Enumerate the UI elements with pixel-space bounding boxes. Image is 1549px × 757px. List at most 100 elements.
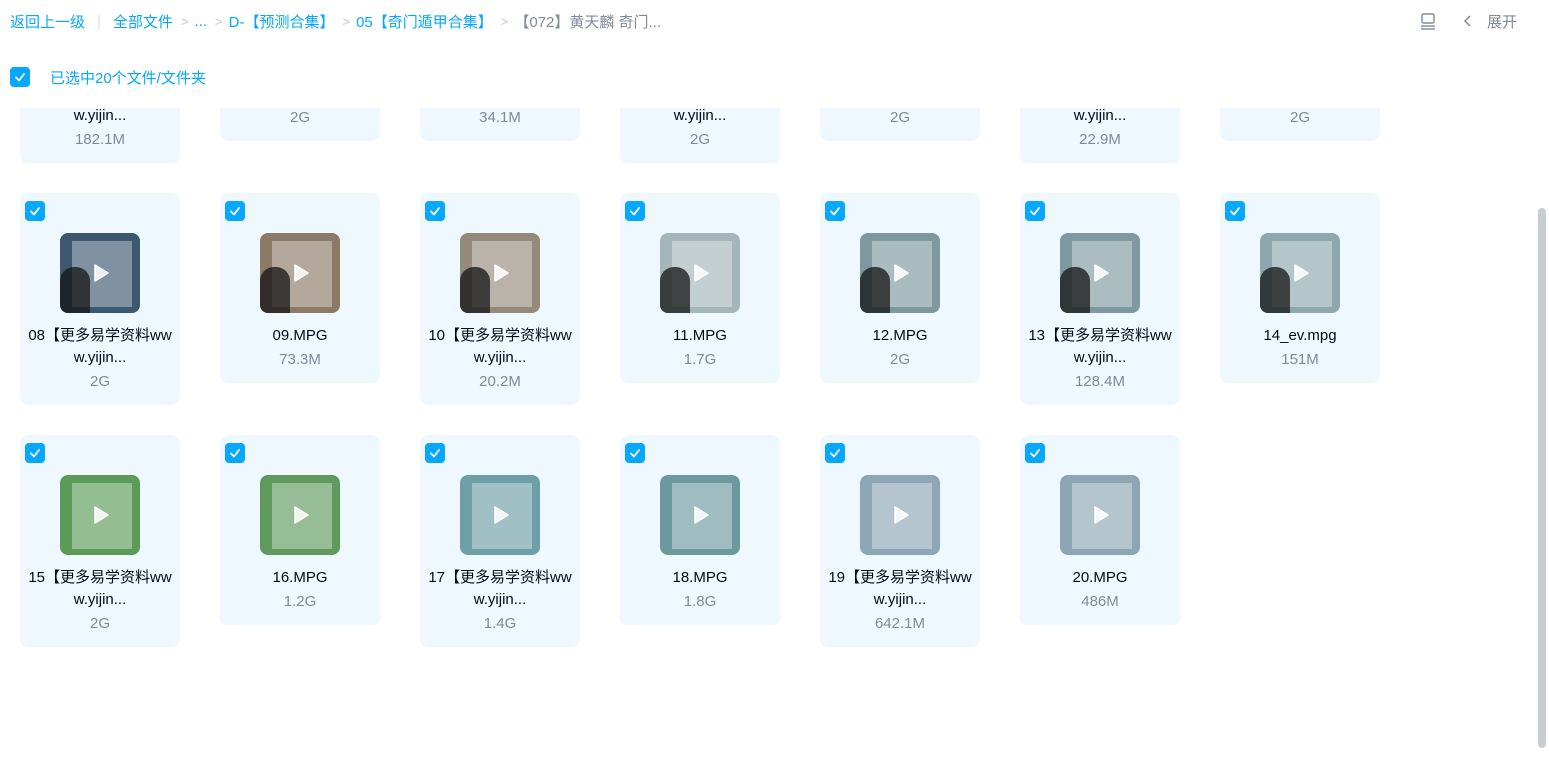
file-card[interactable]: 16.MPG 1.2G (220, 435, 380, 625)
play-icon[interactable] (488, 261, 512, 285)
video-thumbnail[interactable] (660, 475, 740, 555)
file-card[interactable]: 02.MPG 2G (220, 108, 380, 141)
file-checkbox[interactable] (625, 201, 645, 221)
play-icon[interactable] (288, 261, 312, 285)
play-icon[interactable] (888, 261, 912, 285)
play-icon[interactable] (488, 503, 512, 527)
check-icon (230, 207, 240, 216)
video-thumbnail[interactable] (260, 233, 340, 313)
video-thumbnail[interactable] (260, 475, 340, 555)
file-size: 1.4G (483, 615, 517, 632)
file-card[interactable]: 04【更多易学资料www.yijin... 2G (620, 108, 780, 163)
file-checkbox[interactable] (225, 443, 245, 463)
play-icon[interactable] (88, 503, 112, 527)
file-name[interactable]: 15【更多易学资料www.yijin... (26, 567, 174, 611)
file-card[interactable]: 08【更多易学资料www.yijin... 2G (20, 193, 180, 405)
file-grid-viewport: 01【更多易学资料www.yijin... 182.1M 02.MPG 2G (0, 108, 1549, 757)
video-thumbnail[interactable] (1260, 233, 1340, 313)
video-thumbnail[interactable] (60, 475, 140, 555)
file-card[interactable]: 07.MPG 2G (1220, 108, 1380, 141)
play-icon[interactable] (1288, 261, 1312, 285)
file-card[interactable]: 15【更多易学资料www.yijin... 2G (20, 435, 180, 647)
file-name[interactable]: 16.MPG (226, 567, 374, 589)
file-name[interactable]: 20.MPG (1026, 567, 1174, 589)
back-link[interactable]: 返回上一级 (10, 11, 85, 32)
file-card[interactable]: 14_ev.mpg 151M (1220, 193, 1380, 383)
file-name[interactable]: 04【更多易学资料www.yijin... (626, 108, 774, 127)
file-checkbox[interactable] (225, 201, 245, 221)
play-icon[interactable] (688, 503, 712, 527)
view-tools: 展开 (1419, 10, 1517, 32)
check-icon (15, 73, 25, 82)
expand-button[interactable]: 展开 (1487, 11, 1517, 32)
thumbnail-figure (260, 267, 290, 313)
chevron-left-icon[interactable] (1461, 14, 1475, 28)
play-icon[interactable] (288, 503, 312, 527)
file-card[interactable]: 13【更多易学资料www.yijin... 128.4M (1020, 193, 1180, 405)
file-size: 2G (889, 351, 910, 368)
breadcrumb-prediction[interactable]: D-【预测合集】 (229, 11, 335, 32)
video-thumbnail[interactable] (1060, 233, 1140, 313)
file-card[interactable]: 06【更多易学资料www.yijin... 22.9M (1020, 108, 1180, 163)
file-checkbox[interactable] (625, 443, 645, 463)
file-card[interactable]: 10【更多易学资料www.yijin... 20.2M (420, 193, 580, 405)
file-card[interactable]: 20.MPG 486M (1020, 435, 1180, 625)
file-size: 34.1M (479, 109, 521, 126)
file-checkbox[interactable] (825, 201, 845, 221)
file-name[interactable]: 09.MPG (226, 325, 374, 347)
file-size: 2G (289, 109, 310, 126)
play-icon[interactable] (1088, 503, 1112, 527)
file-name[interactable]: 13【更多易学资料www.yijin... (1026, 325, 1174, 369)
file-checkbox[interactable] (825, 443, 845, 463)
video-thumbnail[interactable] (460, 233, 540, 313)
file-checkbox[interactable] (1225, 201, 1245, 221)
file-name[interactable]: 08【更多易学资料www.yijin... (26, 325, 174, 369)
file-name[interactable]: 11.MPG (626, 325, 774, 347)
video-thumbnail[interactable] (860, 475, 940, 555)
file-checkbox[interactable] (1025, 443, 1045, 463)
scrollbar-thumb[interactable] (1538, 208, 1546, 748)
file-card[interactable]: 11.MPG 1.7G (620, 193, 780, 383)
video-thumbnail[interactable] (860, 233, 940, 313)
file-name[interactable]: 06【更多易学资料www.yijin... (1026, 108, 1174, 127)
video-thumbnail[interactable] (1060, 475, 1140, 555)
file-card[interactable]: 01【更多易学资料www.yijin... 182.1M (20, 108, 180, 163)
file-name[interactable]: 10【更多易学资料www.yijin... (426, 325, 574, 369)
file-name[interactable]: 01【更多易学资料www.yijin... (26, 108, 174, 127)
file-checkbox[interactable] (25, 201, 45, 221)
breadcrumb-ellipsis[interactable]: ... (195, 13, 208, 30)
video-thumbnail[interactable] (60, 233, 140, 313)
list-view-icon[interactable] (1419, 12, 1437, 30)
thumbnail-figure (460, 267, 490, 313)
file-card[interactable]: 17【更多易学资料www.yijin... 1.4G (420, 435, 580, 647)
file-size: 2G (89, 615, 110, 632)
play-icon[interactable] (888, 503, 912, 527)
file-card[interactable]: 09.MPG 73.3M (220, 193, 380, 383)
file-checkbox[interactable] (25, 443, 45, 463)
breadcrumb-current: 【072】黄天麟 奇门... (514, 13, 662, 31)
file-name[interactable]: 14_ev.mpg (1226, 325, 1374, 347)
video-thumbnail[interactable] (460, 475, 540, 555)
play-icon[interactable] (88, 261, 112, 285)
video-thumbnail[interactable] (660, 233, 740, 313)
file-name[interactable]: 18.MPG (626, 567, 774, 589)
file-card[interactable]: 12.MPG 2G (820, 193, 980, 383)
file-card[interactable]: 19【更多易学资料www.yijin... 642.1M (820, 435, 980, 647)
breadcrumb-all-files[interactable]: 全部文件 (113, 11, 173, 32)
file-card[interactable]: 05.MPG 2G (820, 108, 980, 141)
file-checkbox[interactable] (425, 443, 445, 463)
breadcrumb: 返回上一级 | 全部文件 > ... > D-【预测合集】 > 05【奇门遁甲合… (10, 10, 661, 32)
file-card[interactable]: 03.mp4 34.1M (420, 108, 580, 141)
file-name[interactable]: 19【更多易学资料www.yijin... (826, 567, 974, 611)
file-name[interactable]: 17【更多易学资料www.yijin... (426, 567, 574, 611)
play-icon[interactable] (1088, 261, 1112, 285)
file-checkbox[interactable] (1025, 201, 1045, 221)
file-card[interactable]: 18.MPG 1.8G (620, 435, 780, 625)
file-checkbox[interactable] (425, 201, 445, 221)
file-name[interactable]: 12.MPG (826, 325, 974, 347)
play-icon[interactable] (688, 261, 712, 285)
check-icon (630, 449, 640, 458)
file-size: 20.2M (479, 373, 521, 390)
select-all-checkbox[interactable] (10, 67, 30, 87)
breadcrumb-qimen[interactable]: 05【奇门遁甲合集】 (356, 11, 493, 32)
